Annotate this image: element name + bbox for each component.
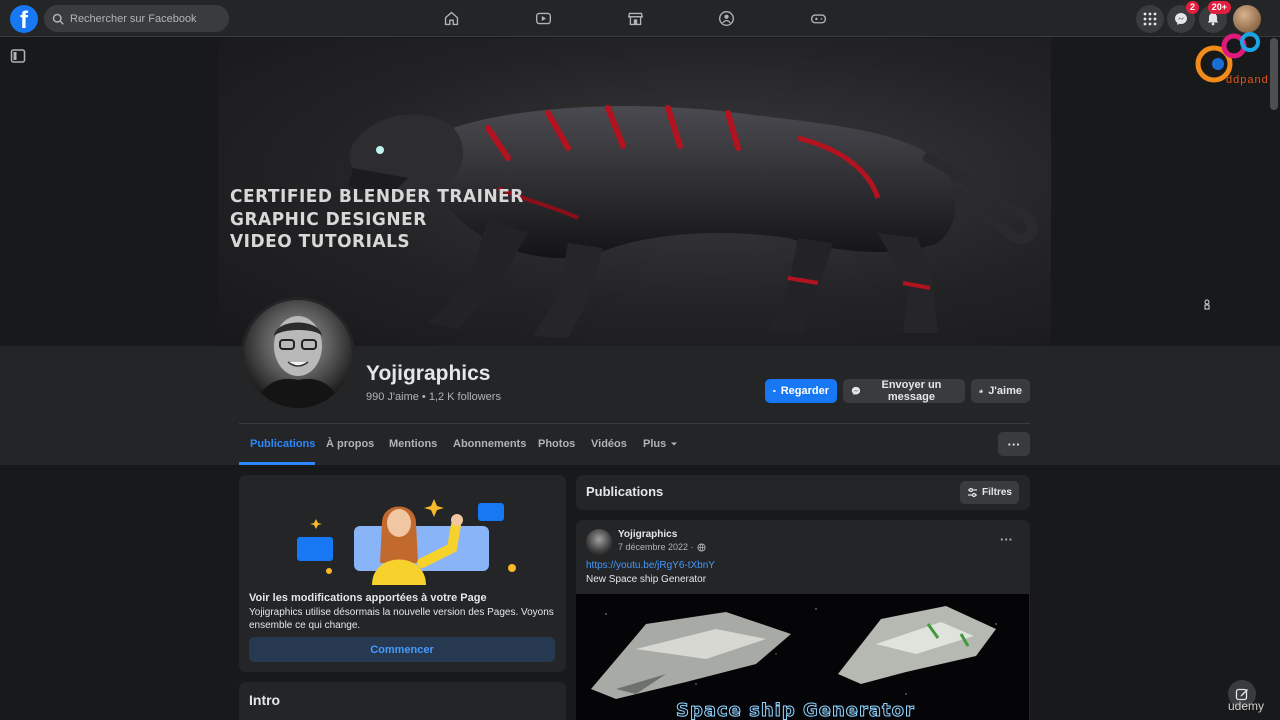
menu-grid-button[interactable]	[1136, 5, 1164, 33]
filters-label: Filtres	[981, 487, 1012, 498]
search-box[interactable]	[44, 5, 229, 32]
post-card: Yojigraphics 7 décembre 2022 · ··· https…	[576, 520, 1030, 720]
cover-photo[interactable]: CERTIFIED BLENDER TRAINER GRAPHIC DESIGN…	[218, 38, 1051, 346]
messenger-icon	[1175, 13, 1187, 25]
notifications-button[interactable]: 20+	[1199, 1, 1231, 33]
active-tab-indicator	[239, 462, 315, 465]
profile-portrait-image	[254, 316, 342, 408]
profile-picture[interactable]	[241, 297, 355, 411]
tab-subscriptions[interactable]: Abonnements	[453, 438, 526, 450]
post-author-avatar[interactable]	[586, 529, 612, 555]
cover-line: GRAPHIC DESIGNER	[230, 208, 427, 230]
video-icon[interactable]	[533, 8, 553, 28]
start-button[interactable]: Commencer	[249, 637, 555, 662]
search-icon	[52, 13, 64, 25]
page-title: Yojigraphics	[366, 362, 491, 385]
facebook-logo[interactable]: f	[10, 5, 38, 34]
page-options-button[interactable]: ···	[998, 432, 1030, 456]
tabs-divider	[239, 423, 1030, 424]
messenger-badge: 2	[1185, 1, 1199, 14]
tab-mentions[interactable]: Mentions	[389, 438, 437, 450]
sidebar-toggle-icon[interactable]	[10, 48, 26, 64]
groups-icon[interactable]	[716, 8, 736, 28]
tab-videos[interactable]: Vidéos	[591, 438, 627, 450]
cover-text: CERTIFIED BLENDER TRAINER GRAPHIC DESIGN…	[230, 186, 524, 254]
publications-title: Publications	[586, 484, 664, 499]
cover-line: VIDEO TUTORIALS	[230, 231, 411, 253]
account-avatar[interactable]	[1233, 5, 1261, 33]
waving-woman-illustration	[297, 499, 516, 585]
publications-header: Publications Filtres	[576, 475, 1030, 510]
post-date-text: 7 décembre 2022 ·	[618, 542, 694, 552]
like-page-button[interactable]: J'aime	[971, 379, 1030, 403]
watch-button-label: Regarder	[780, 385, 829, 397]
post-timestamp[interactable]: 7 décembre 2022 ·	[618, 542, 706, 552]
watch-button[interactable]: Regarder	[765, 379, 837, 403]
notifications-badge: 20+	[1207, 1, 1231, 14]
youtube-play-icon	[773, 390, 776, 392]
tab-photos[interactable]: Photos	[538, 438, 575, 450]
search-input[interactable]	[70, 12, 220, 25]
messenger-icon	[851, 386, 861, 396]
post-author-name[interactable]: Yojigraphics	[618, 529, 677, 540]
like-page-label: J'aime	[988, 385, 1022, 397]
caret-down-icon	[671, 442, 678, 446]
post-link[interactable]: https://youtu.be/jRgY6-tXbnY	[586, 560, 715, 571]
thumbs-up-icon	[979, 389, 983, 393]
post-text: New Space ship Generator	[586, 574, 707, 585]
page-scrollbar[interactable]	[1270, 38, 1278, 110]
send-message-button[interactable]: Envoyer un message	[843, 379, 965, 403]
grid-icon	[1143, 12, 1157, 26]
intro-card: Intro	[239, 682, 566, 720]
page-update-card: Voir les modifications apportées à votre…	[239, 475, 566, 672]
gaming-icon[interactable]	[808, 8, 828, 28]
tab-more[interactable]: Plus	[643, 438, 678, 450]
profile-header	[0, 346, 1280, 465]
post-image-title: Space ship Generator	[676, 700, 915, 720]
post-image[interactable]: Space ship Generator	[576, 594, 1029, 720]
tab-about[interactable]: À propos	[326, 438, 374, 450]
tab-more-label: Plus	[643, 438, 667, 450]
globe-icon	[696, 542, 706, 552]
filters-button[interactable]: Filtres	[960, 481, 1019, 504]
tab-publications[interactable]: Publications	[250, 438, 315, 450]
mouse-cursor-icon	[1204, 299, 1210, 310]
bell-icon	[1207, 13, 1219, 26]
page-stats[interactable]: 990 J'aime • 1,2 K followers	[366, 391, 501, 403]
cover-line: CERTIFIED BLENDER TRAINER	[230, 186, 524, 208]
send-message-label: Envoyer un message	[881, 379, 942, 403]
filter-sliders-icon	[967, 487, 977, 498]
messenger-button[interactable]: 2	[1167, 1, 1199, 33]
udemy-watermark: udemy	[1228, 699, 1265, 713]
update-card-text: Yojigraphics utilise désormais la nouvel…	[249, 607, 554, 631]
marketplace-icon[interactable]	[625, 8, 645, 28]
update-card-title: Voir les modifications apportées à votre…	[249, 592, 487, 604]
top-navigation-bar: f 2 20+	[0, 0, 1280, 37]
post-options-button[interactable]: ···	[1000, 532, 1013, 547]
watermark-text: ddpand	[1226, 74, 1269, 86]
home-icon[interactable]	[441, 8, 461, 28]
intro-title: Intro	[249, 692, 281, 708]
